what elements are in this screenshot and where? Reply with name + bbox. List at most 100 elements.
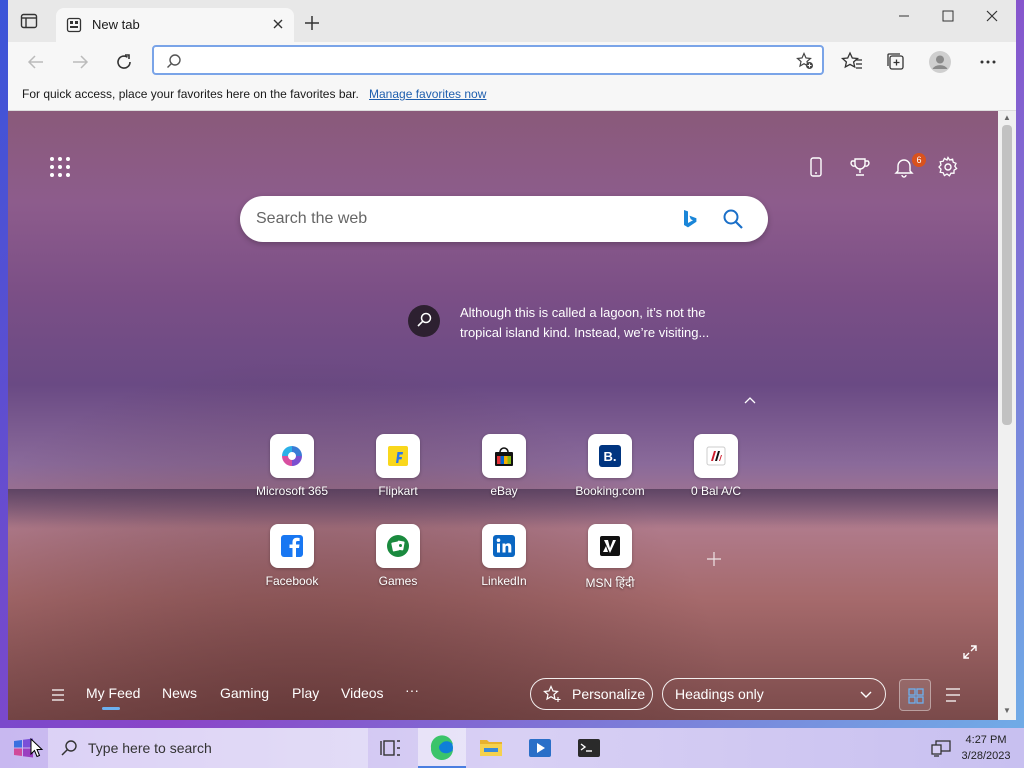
feed-tab-my-feed[interactable]: My Feed — [86, 685, 140, 710]
facebook-icon — [270, 524, 314, 568]
favorites-bar-message: For quick access, place your favorites h… — [22, 87, 359, 101]
app-launcher-icon[interactable] — [48, 155, 72, 179]
feed-navigation-bar: My Feed News Gaming Play Videos ··· Pers… — [8, 671, 998, 720]
feed-tab-videos[interactable]: Videos — [341, 685, 384, 701]
add-shortcut-plus-icon[interactable] — [706, 551, 722, 567]
chevron-down-icon — [859, 688, 873, 700]
tab-strip: New tab — [8, 0, 1016, 42]
quick-link-microsoft-365[interactable]: Microsoft 365 — [242, 434, 342, 506]
quick-link-flipkart[interactable]: Flipkart — [348, 434, 448, 506]
quick-link-booking[interactable]: B. Booking.com — [560, 434, 660, 506]
feed-tab-gaming[interactable]: Gaming — [220, 685, 269, 701]
ebay-icon — [482, 434, 526, 478]
maximize-icon[interactable] — [928, 6, 968, 26]
scrollbar-thumb[interactable] — [1002, 125, 1012, 425]
forward-arrow-icon[interactable] — [68, 50, 92, 74]
mouse-cursor-icon — [30, 737, 44, 758]
media-player-icon[interactable] — [516, 728, 564, 768]
tab-actions-icon[interactable] — [20, 13, 38, 29]
browser-window: New tab For quick access, place your fav… — [8, 0, 1016, 720]
personalize-button[interactable]: Personalize — [530, 678, 653, 710]
quick-link-label: Microsoft 365 — [255, 484, 329, 498]
clock-time: 4:27 PM — [965, 734, 1007, 746]
quick-link-label: Booking.com — [575, 484, 645, 498]
expand-fullscreen-icon[interactable] — [962, 644, 978, 660]
chevron-up-icon[interactable] — [742, 393, 758, 407]
msn-icon — [588, 524, 632, 568]
network-icon[interactable] — [930, 738, 952, 758]
address-bar[interactable] — [152, 45, 824, 75]
web-search-box[interactable]: Search the web — [240, 196, 768, 242]
quick-link-label: Facebook — [265, 574, 319, 588]
flipkart-icon — [376, 434, 420, 478]
list-view-icon[interactable] — [937, 679, 969, 711]
notification-count-badge: 6 — [912, 153, 926, 167]
bank-icon — [694, 434, 738, 478]
tab-title: New tab — [92, 17, 140, 32]
headings-select-value: Headings only — [675, 686, 764, 702]
terminal-icon[interactable] — [565, 728, 613, 768]
quick-link-games[interactable]: Games — [348, 524, 448, 596]
mobile-phone-icon[interactable] — [804, 155, 828, 179]
address-input[interactable] — [190, 49, 750, 71]
new-tab-favicon-icon — [66, 17, 82, 33]
feed-tab-news[interactable]: News — [162, 685, 197, 701]
quick-link-facebook[interactable]: Facebook — [242, 524, 342, 596]
quick-link-label: MSN हिंदी — [585, 576, 635, 590]
games-icon — [376, 524, 420, 568]
toolbar — [8, 42, 1016, 82]
manage-favorites-link[interactable]: Manage favorites now — [369, 87, 486, 101]
new-tab-page: 6 Search the web Although this is called… — [8, 111, 998, 720]
quick-link-ebay[interactable]: eBay — [454, 434, 554, 506]
rewards-trophy-icon[interactable] — [848, 155, 872, 179]
headings-layout-select[interactable]: Headings only — [662, 678, 886, 710]
minimize-icon[interactable] — [884, 6, 924, 26]
edge-browser-icon[interactable] — [418, 728, 466, 768]
windows-taskbar: Type here to search 4:27 PM 3/28/2023 — [0, 728, 1024, 768]
grid-view-icon[interactable] — [899, 679, 931, 711]
scroll-down-arrow-icon[interactable]: ▼ — [1002, 706, 1012, 716]
quick-link-label: LinkedIn — [481, 574, 527, 588]
taskbar-search-box[interactable]: Type here to search — [48, 728, 368, 768]
favorites-icon[interactable] — [840, 50, 864, 74]
close-tab-icon[interactable] — [270, 16, 286, 32]
refresh-icon[interactable] — [112, 50, 136, 74]
hamburger-menu-icon[interactable] — [50, 688, 66, 702]
svg-text:B.: B. — [604, 449, 617, 464]
quick-link-label: Flipkart — [378, 484, 418, 498]
taskbar-search-placeholder: Type here to search — [88, 740, 212, 756]
back-arrow-icon[interactable] — [24, 50, 48, 74]
tab-new-tab[interactable]: New tab — [56, 8, 294, 42]
feed-more-tabs[interactable]: ··· — [405, 682, 419, 698]
taskbar-search-icon — [60, 739, 78, 757]
system-clock[interactable]: 4:27 PM 3/28/2023 — [958, 732, 1014, 764]
personalize-sparkle-icon — [543, 685, 561, 703]
web-search-placeholder: Search the web — [256, 210, 368, 227]
quick-link-bank[interactable]: 0 Bal A/C — [666, 434, 766, 506]
page-scrollbar[interactable]: ▲ ▼ — [998, 111, 1016, 720]
more-options-icon[interactable] — [976, 50, 1000, 74]
add-favorite-icon[interactable] — [796, 52, 814, 70]
scroll-up-arrow-icon[interactable]: ▲ — [1002, 113, 1012, 123]
quick-link-linkedin[interactable]: LinkedIn — [454, 524, 554, 596]
settings-gear-icon[interactable] — [936, 155, 960, 179]
window-close-icon[interactable] — [972, 6, 1012, 26]
quick-link-label: 0 Bal A/C — [690, 484, 742, 498]
task-view-icon[interactable] — [368, 728, 416, 768]
file-explorer-folder-icon[interactable] — [467, 728, 515, 768]
linkedin-icon — [482, 524, 526, 568]
profile-avatar-icon[interactable] — [928, 50, 952, 74]
personalize-label: Personalize — [572, 686, 646, 702]
quick-link-msn-hindi[interactable]: MSN हिंदी — [560, 524, 660, 596]
favorites-bar: For quick access, place your favorites h… — [8, 82, 1016, 111]
new-tab-plus-icon[interactable] — [302, 13, 322, 33]
collections-icon[interactable] — [884, 50, 908, 74]
bing-logo-icon[interactable] — [680, 208, 700, 230]
quick-link-label: Games — [378, 574, 418, 588]
insight-text: Although this is called a lagoon, it’s n… — [460, 305, 710, 340]
clock-date: 3/28/2023 — [961, 750, 1011, 762]
web-search-submit-icon[interactable] — [722, 208, 744, 230]
image-search-icon[interactable] — [408, 305, 440, 337]
booking-icon: B. — [588, 434, 632, 478]
feed-tab-play[interactable]: Play — [292, 685, 319, 701]
